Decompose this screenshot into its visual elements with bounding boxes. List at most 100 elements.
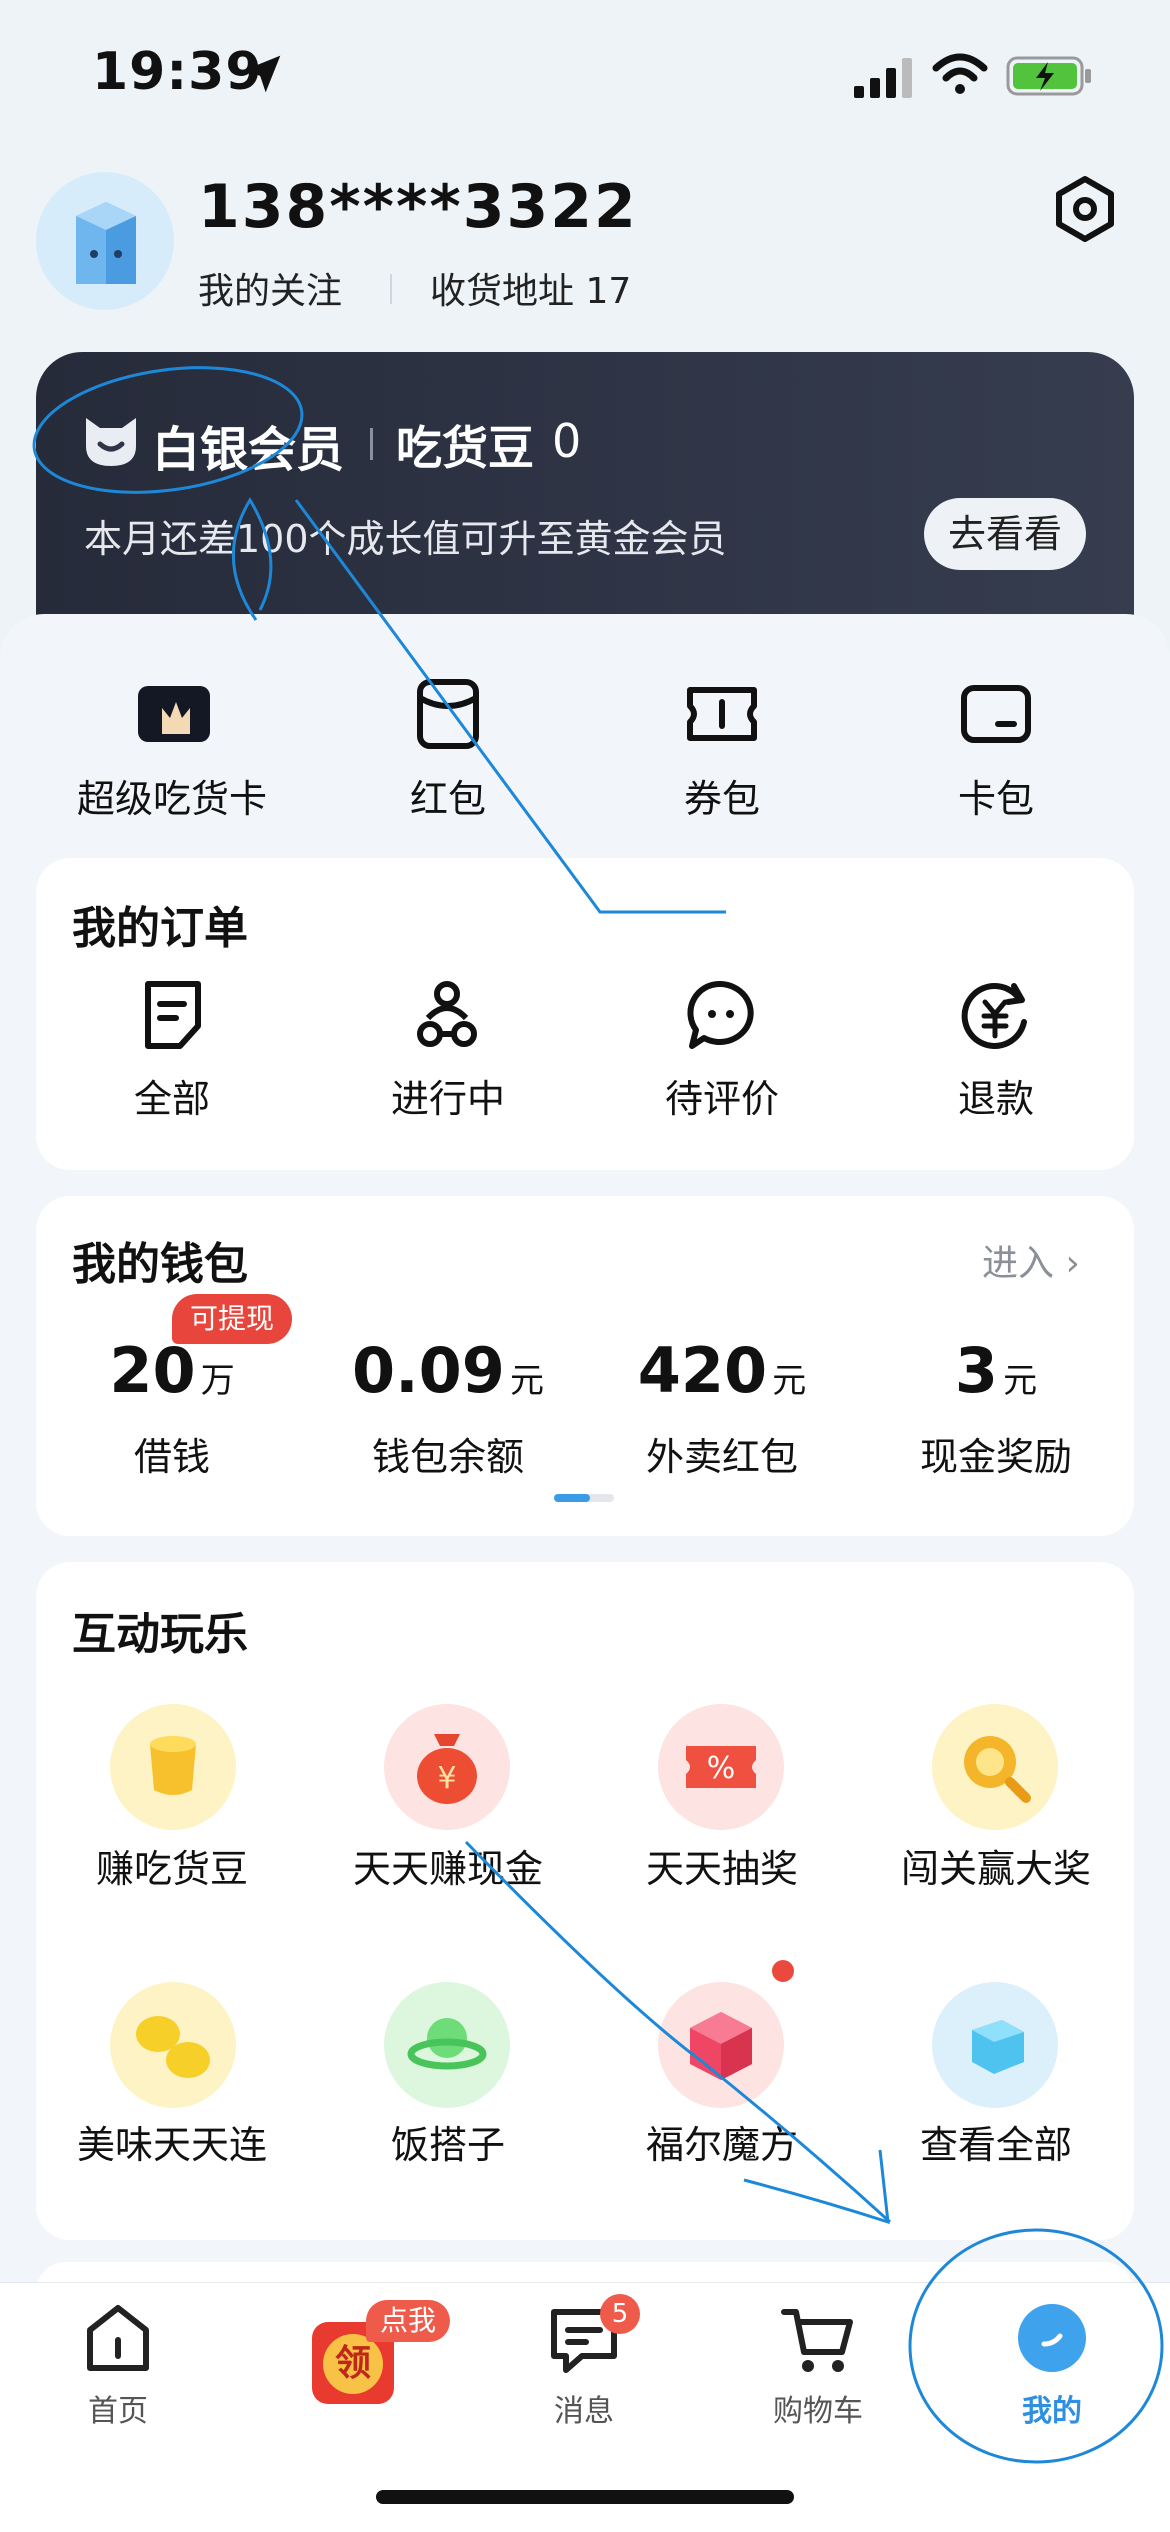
wallet-label: 借钱 xyxy=(133,1435,210,1479)
red-packet-icon xyxy=(417,679,479,749)
quick-action-label: 超级吃货卡 xyxy=(76,777,267,821)
tab-label: 首页 xyxy=(88,2394,148,2429)
magnifier-coin-icon xyxy=(964,1736,1031,1803)
divider xyxy=(390,274,392,304)
tab-label: 消息 xyxy=(554,2394,614,2429)
game-earn-beans[interactable] xyxy=(110,1704,236,1830)
my-follows-link[interactable]: 我的关注 xyxy=(198,262,342,314)
order-tab-refund[interactable] xyxy=(958,978,1032,1056)
wallet-label: 外卖红包 xyxy=(645,1435,798,1479)
wallet-value: 20 xyxy=(109,1334,196,1407)
wallet-unit: 万 xyxy=(200,1361,235,1401)
game-label: 福尔魔方 xyxy=(645,2123,798,2167)
order-tab-to-review[interactable] xyxy=(684,978,758,1056)
game-label: 闯关赢大奖 xyxy=(900,1847,1091,1891)
lemon-icon xyxy=(136,2016,210,2078)
tap-me-badge: 点我 xyxy=(366,2300,451,2342)
order-tab-label: 全部 xyxy=(133,1077,210,1121)
wallet-value: 3 xyxy=(954,1334,999,1407)
wallet-item-loan[interactable]: 20 万 xyxy=(32,1334,312,1407)
claim-coupon-text: 领 xyxy=(323,2334,383,2394)
orders-title: 我的订单 xyxy=(72,903,248,954)
order-tab-in-progress[interactable] xyxy=(410,978,484,1056)
wallet-page-indicator xyxy=(554,1494,614,1502)
quick-action-card-wallet[interactable] xyxy=(958,676,1034,756)
svg-text:%: % xyxy=(707,1751,736,1786)
cart-icon xyxy=(781,2309,853,2372)
shipping-address-link[interactable]: 收货地址 17 xyxy=(430,262,631,314)
refund-icon xyxy=(961,983,1027,1049)
coupon-icon xyxy=(687,687,757,741)
wifi-icon xyxy=(932,53,988,94)
tab-label: 我的 xyxy=(1022,2394,1082,2429)
wallet-unit: 元 xyxy=(1003,1361,1038,1401)
game-tasty-link[interactable] xyxy=(110,1982,236,2108)
cube-icon xyxy=(690,2012,752,2080)
wallet-unit: 元 xyxy=(510,1361,545,1401)
wallet-page-indicator-active xyxy=(554,1494,590,1502)
game-magic-cube[interactable] xyxy=(658,1982,784,2108)
view-all-cube-icon xyxy=(972,2020,1024,2074)
tab-label: 购物车 xyxy=(773,2394,863,2429)
wallet-title: 我的钱包 xyxy=(72,1239,248,1290)
order-tab-label: 进行中 xyxy=(390,1077,505,1121)
quick-action-label: 券包 xyxy=(683,777,760,821)
tab-cart[interactable]: 购物车 xyxy=(718,2300,918,2430)
quick-action-label: 红包 xyxy=(409,777,486,821)
foodie-bean-icon xyxy=(150,1736,196,1795)
wallet-item-cash-reward[interactable]: 3 元 xyxy=(856,1334,1136,1407)
tab-mine[interactable]: 我的 xyxy=(952,2300,1152,2430)
delivery-rider-icon xyxy=(417,981,477,1047)
message-count-badge: 5 xyxy=(600,2294,640,2334)
settings-icon[interactable] xyxy=(1050,174,1120,244)
game-daily-lottery[interactable]: % xyxy=(658,1704,784,1830)
quick-action-super-card[interactable] xyxy=(136,676,212,756)
order-tab-label: 退款 xyxy=(957,1077,1034,1121)
home-indicator xyxy=(376,2490,794,2504)
tab-home[interactable]: 首页 xyxy=(18,2300,218,2430)
order-tab-all[interactable] xyxy=(136,978,210,1056)
wallet-unit: 元 xyxy=(772,1361,807,1401)
profile-icon xyxy=(1018,2304,1086,2372)
games-title: 互动玩乐 xyxy=(72,1609,248,1660)
game-label: 美味天天连 xyxy=(76,2123,267,2167)
super-foodie-card-icon xyxy=(138,686,210,742)
tab-claim-coupon[interactable]: 领 点我 xyxy=(300,2300,500,2430)
member-level: 白银会员 xyxy=(152,422,345,478)
tab-messages[interactable]: 5 消息 xyxy=(484,2294,684,2430)
all-orders-icon xyxy=(145,981,201,1049)
location-arrow-icon xyxy=(243,55,281,93)
cellular-signal-icon xyxy=(854,58,912,98)
quick-action-label: 卡包 xyxy=(957,777,1034,821)
home-icon xyxy=(87,2305,149,2371)
game-meal-buddy[interactable] xyxy=(384,1982,510,2108)
svg-text:¥: ¥ xyxy=(437,1761,456,1796)
quick-action-red-packet[interactable] xyxy=(410,676,486,756)
wallet-enter-link[interactable]: 进入 › xyxy=(982,1234,1080,1286)
avatar[interactable] xyxy=(36,172,174,310)
foodie-bean-value: 0 xyxy=(552,414,582,468)
planet-icon xyxy=(407,2018,487,2070)
game-label: 天天抽奖 xyxy=(645,1847,798,1891)
wallet-value: 420 xyxy=(637,1334,768,1407)
game-label: 饭搭子 xyxy=(390,2123,505,2167)
quick-action-coupon[interactable] xyxy=(684,676,760,756)
status-time: 19:39 xyxy=(92,42,263,102)
game-daily-cash[interactable]: ¥ xyxy=(384,1704,510,1830)
member-badge-icon xyxy=(86,418,136,466)
game-view-all[interactable] xyxy=(932,1982,1058,2108)
wallet-item-balance[interactable]: 0.09 元 xyxy=(308,1334,588,1407)
member-progress-text: 本月还差100个成长值可升至黄金会员 xyxy=(84,517,727,561)
game-label: 赚吃货豆 xyxy=(95,1847,248,1891)
wallet-value: 0.09 xyxy=(351,1334,505,1407)
game-level-challenge[interactable] xyxy=(932,1704,1058,1830)
view-member-button[interactable]: 去看看 xyxy=(924,498,1086,570)
milk-carton-avatar-icon xyxy=(76,202,136,284)
order-tab-label: 待评价 xyxy=(664,1077,779,1121)
money-bag-icon: ¥ xyxy=(417,1734,477,1804)
divider xyxy=(370,428,373,460)
wallet-label: 现金奖励 xyxy=(919,1435,1072,1479)
wallet-item-takeout-red-packet[interactable]: 420 元 xyxy=(582,1334,862,1407)
game-label: 查看全部 xyxy=(919,2123,1072,2167)
lottery-ticket-icon: % xyxy=(686,1746,756,1788)
